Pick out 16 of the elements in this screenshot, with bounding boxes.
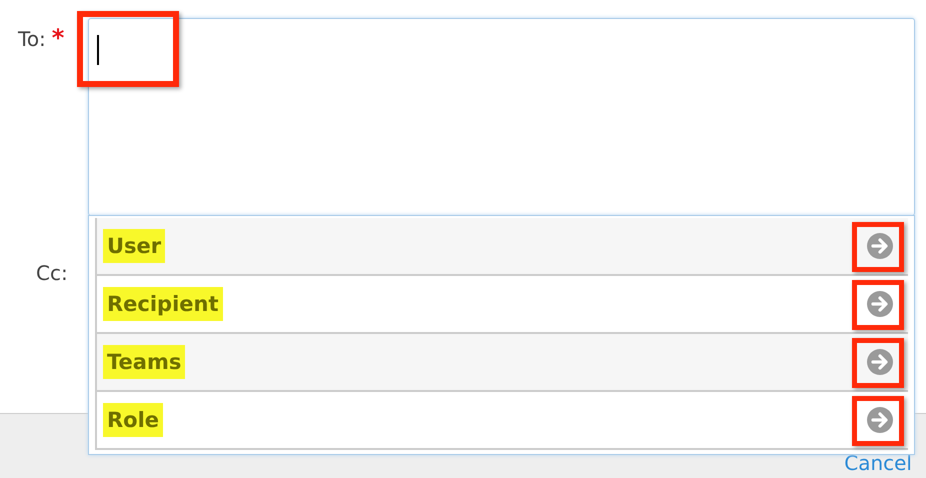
highlight-frame <box>852 396 904 446</box>
item-label: User <box>103 229 166 263</box>
field-label: Cc: <box>36 260 68 287</box>
item-label: Role <box>103 403 164 437</box>
field-label: To: <box>18 26 46 53</box>
highlight-frame <box>852 338 904 388</box>
recipients-field[interactable] <box>88 18 915 216</box>
required-mark: * <box>52 26 64 50</box>
highlight-frame <box>852 222 904 272</box>
item-label: Teams <box>103 345 186 379</box>
cancel-link[interactable]: Cancel <box>844 452 912 474</box>
item-label: Recipient <box>103 287 223 321</box>
menu-item[interactable]: Teams <box>97 334 908 392</box>
highlight-frame <box>852 280 904 330</box>
text-cursor <box>97 35 99 65</box>
menu-item[interactable]: User <box>97 218 908 276</box>
